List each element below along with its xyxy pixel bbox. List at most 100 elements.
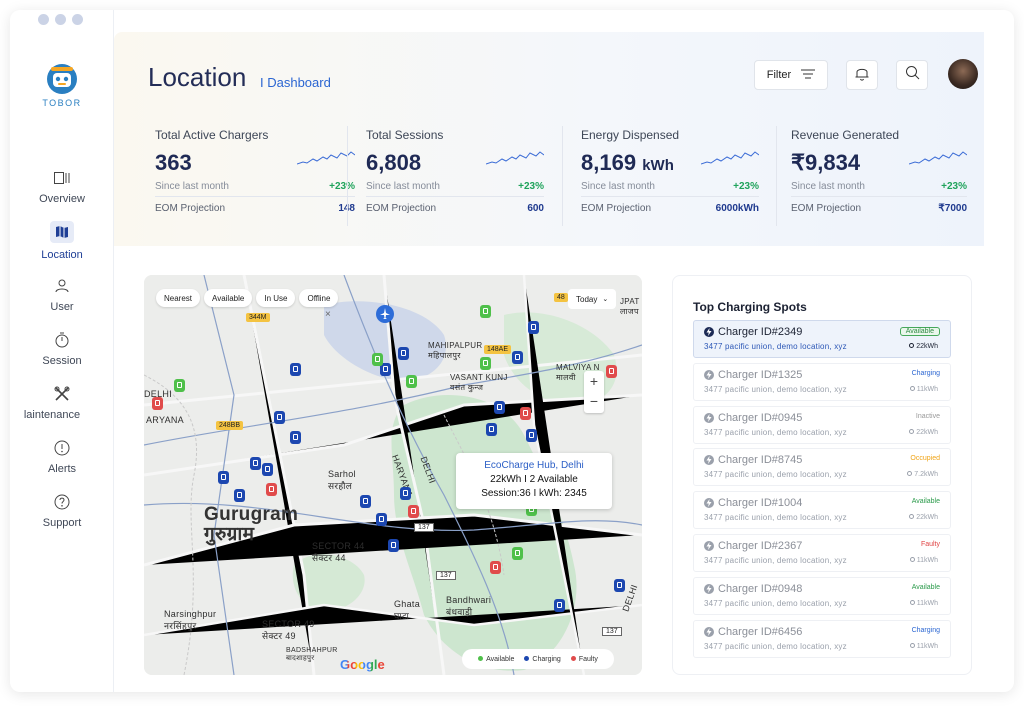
- chip-available[interactable]: Available: [204, 289, 253, 307]
- place-name: JPAT: [620, 297, 640, 306]
- energy-icon: [909, 599, 915, 605]
- window-dot[interactable]: [55, 14, 66, 25]
- stat-projection-label: EOM Projection: [155, 203, 226, 214]
- charger-pin-available[interactable]: [512, 547, 523, 560]
- place-name-hi: सेक्टर 49: [262, 631, 296, 641]
- map-label-bandhwari: Bandhwari बंधवाड़ी: [446, 595, 491, 618]
- sidebar-item-alerts[interactable]: Alerts: [10, 430, 114, 484]
- sidebar-item-overview[interactable]: Overview: [10, 160, 114, 214]
- charger-pin-charging[interactable]: [554, 599, 565, 612]
- chip-nearest[interactable]: Nearest: [156, 289, 201, 307]
- charging-spot-item[interactable]: Charger ID#0948 3477 pacific union, demo …: [693, 576, 951, 615]
- place-name-hi: बादशाहपुर: [286, 655, 315, 662]
- spot-kwh: 22kWh: [909, 514, 938, 521]
- charger-pin-available[interactable]: [406, 375, 417, 388]
- spot-name: Charger ID#6456: [704, 626, 940, 638]
- legend-available: Available: [478, 655, 514, 663]
- charger-pin-faulty[interactable]: [490, 561, 501, 574]
- charger-pin-available[interactable]: [480, 305, 491, 318]
- legend-dot: [524, 655, 530, 661]
- window-dot[interactable]: [38, 14, 49, 25]
- zoom-out-button[interactable]: −: [584, 391, 604, 411]
- energy-icon: [909, 343, 915, 348]
- charger-pin-charging[interactable]: [400, 487, 411, 500]
- zoom-in-button[interactable]: +: [584, 371, 604, 391]
- charger-pin-charging[interactable]: [376, 513, 387, 526]
- period-label: Today: [576, 294, 598, 304]
- charging-spot-item[interactable]: Charger ID#0945 3477 pacific union, demo …: [693, 405, 951, 444]
- overview-icon: [53, 169, 71, 187]
- charger-pin-faulty[interactable]: [606, 365, 617, 378]
- sidebar-item-user[interactable]: User: [10, 268, 114, 322]
- charger-pin-charging[interactable]: [398, 347, 409, 360]
- road-badge: 248BB: [216, 421, 244, 430]
- spot-status-badge: Occupied: [910, 455, 940, 463]
- charger-pin-faulty[interactable]: [408, 505, 419, 518]
- charger-pin-faulty[interactable]: [520, 407, 531, 420]
- sidebar-item-session[interactable]: Session: [10, 322, 114, 376]
- charger-pin-faulty[interactable]: [152, 397, 163, 410]
- robot-logo-icon: [44, 62, 80, 96]
- charger-pin-charging[interactable]: [274, 411, 285, 424]
- stat-card-energy: Energy Dispensed 8,169 kWh Since last mo…: [581, 128, 759, 214]
- sidebar-item-location[interactable]: Location: [10, 214, 114, 268]
- stat-number: 8,169: [581, 150, 637, 175]
- chevron-down-icon: ⌄: [602, 296, 609, 303]
- charger-pin-charging[interactable]: [234, 489, 245, 502]
- charging-spot-item[interactable]: Charger ID#2367 3477 pacific union, demo …: [693, 534, 951, 572]
- airport-icon[interactable]: [376, 305, 394, 323]
- map-label-narsinghpur: Narsinghpur नरसिंहपुर: [164, 609, 216, 632]
- stat-title: Total Active Chargers: [155, 128, 269, 142]
- sidebar-item-support[interactable]: Support: [10, 484, 114, 538]
- charging-spot-item[interactable]: Charger ID#1325 3477 pacific union, demo …: [693, 362, 951, 401]
- stat-change-row: Since last month +23%: [581, 181, 759, 192]
- charger-pin-charging[interactable]: [526, 429, 537, 442]
- sparkline-chart: [909, 151, 967, 165]
- search-icon: [905, 65, 920, 85]
- spot-kwh: 22kWh: [909, 343, 938, 350]
- route-badge: 137: [414, 523, 434, 532]
- charging-spot-item[interactable]: Charger ID#6456 3477 pacific union, demo …: [693, 619, 951, 658]
- charger-pin-charging[interactable]: [512, 351, 523, 364]
- chip-offline[interactable]: Offline: [299, 289, 339, 307]
- charger-pin-charging[interactable]: [290, 363, 301, 376]
- charging-spot-item[interactable]: Charger ID#1004 3477 pacific union, demo …: [693, 491, 951, 530]
- charger-pin-charging[interactable]: [388, 539, 399, 552]
- charger-info-popup[interactable]: EcoCharge Hub, Delhi 22kWh I 2 Available…: [456, 453, 612, 509]
- charger-pin-charging[interactable]: [614, 579, 625, 592]
- user-avatar[interactable]: [948, 59, 978, 89]
- notifications-button[interactable]: [846, 60, 878, 90]
- charging-spot-item[interactable]: Charger ID#8745 3477 pacific union, demo …: [693, 448, 951, 487]
- charger-pin-charging[interactable]: [262, 463, 273, 476]
- charger-pin-faulty[interactable]: [266, 483, 277, 496]
- charging-spot-item[interactable]: Charger ID#2349 3477 pacific union, demo …: [693, 320, 951, 358]
- charger-pin-charging[interactable]: [218, 471, 229, 484]
- charger-pin-available[interactable]: [372, 353, 383, 366]
- google-logo: Google: [340, 657, 385, 672]
- map-close-button[interactable]: ×: [325, 309, 331, 320]
- charger-pin-available[interactable]: [174, 379, 185, 392]
- app-window: TOBOR Overview Location User Session lai…: [10, 10, 1014, 692]
- legend-label: Charging: [532, 655, 561, 663]
- place-name-hi: मालवी: [556, 373, 576, 382]
- charger-pin-charging[interactable]: [494, 401, 505, 414]
- window-dot[interactable]: [72, 14, 83, 25]
- charger-pin-charging[interactable]: [528, 321, 539, 334]
- charger-pin-charging[interactable]: [250, 457, 261, 470]
- charger-map[interactable]: Nearest Available In Use Offline × Today…: [144, 275, 642, 675]
- charger-pin-charging[interactable]: [486, 423, 497, 436]
- chip-in-use[interactable]: In Use: [256, 289, 296, 307]
- map-label-mahipalpur: MAHIPALPUR महिपालपुर: [428, 341, 482, 361]
- stat-change: +23%: [329, 181, 355, 192]
- filter-button[interactable]: Filter: [754, 60, 828, 90]
- charger-pin-charging[interactable]: [360, 495, 371, 508]
- period-dropdown[interactable]: Today ⌄: [568, 289, 617, 309]
- stat-number: 363: [155, 150, 192, 175]
- charger-pin-available[interactable]: [480, 357, 491, 370]
- logo[interactable]: TOBOR: [38, 62, 86, 108]
- charger-pin-charging[interactable]: [290, 431, 301, 444]
- search-button[interactable]: [896, 60, 928, 90]
- place-name: Ghata: [394, 599, 421, 609]
- sidebar-item-maintenance[interactable]: laintenance: [10, 376, 114, 430]
- place-name: SECTOR 44: [312, 541, 365, 551]
